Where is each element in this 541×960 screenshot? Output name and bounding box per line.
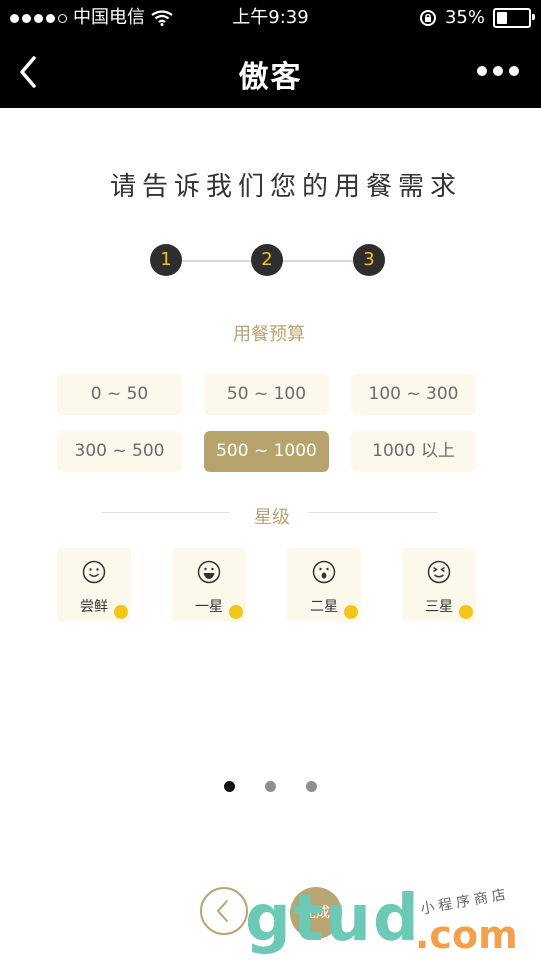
- divider-left: [102, 512, 230, 513]
- star-option-one-star[interactable]: 一星: [172, 548, 246, 622]
- budget-option-1000-plus[interactable]: 1000 以上: [351, 431, 476, 472]
- page-dot: [265, 781, 276, 792]
- status-right: 35%: [419, 6, 535, 30]
- watermark-logo-text: gtud: [245, 882, 421, 956]
- star-option-changxian[interactable]: 尝鲜: [57, 548, 131, 622]
- battery-percent: 35%: [444, 7, 485, 28]
- budget-option-100-300[interactable]: 100 ~ 300: [351, 374, 476, 415]
- prev-step-button[interactable]: [200, 887, 248, 935]
- budget-option-0-50[interactable]: 0 ~ 50: [57, 374, 182, 415]
- star-label: 星级: [254, 507, 290, 528]
- page: 中国电信 上午9:39 35% 傲客 请告诉我们您的用餐需求 1 2 3 用餐预…: [0, 0, 541, 960]
- smile-face-icon: [82, 560, 106, 584]
- grin-face-icon: [197, 560, 221, 584]
- check-icon: [344, 605, 358, 619]
- page-dot: [306, 781, 317, 792]
- status-bar: 中国电信 上午9:39 35%: [0, 0, 541, 36]
- step-indicator: 1 2 3: [150, 244, 385, 278]
- page-dot-active: [224, 781, 235, 792]
- squint-face-icon: [427, 560, 451, 584]
- watermark-domain: .com: [415, 913, 518, 957]
- nav-title: 傲客: [238, 60, 303, 95]
- chevron-left-icon: [216, 900, 228, 922]
- check-icon: [229, 605, 243, 619]
- rotation-lock-icon: [419, 10, 436, 26]
- budget-option-300-500[interactable]: 300 ~ 500: [57, 431, 182, 472]
- check-icon: [459, 605, 473, 619]
- battery-icon: [493, 8, 535, 28]
- divider-right: [308, 512, 438, 513]
- check-icon: [114, 605, 128, 619]
- star-option-two-star[interactable]: 二星: [287, 548, 361, 622]
- surprised-face-icon: [312, 560, 336, 584]
- page-indicator: [224, 781, 317, 792]
- step-1: 1: [150, 244, 182, 276]
- step-2: 2: [251, 244, 283, 276]
- budget-option-50-100[interactable]: 50 ~ 100: [204, 374, 329, 415]
- budget-label: 用餐预算: [233, 324, 305, 345]
- step-3: 3: [353, 244, 385, 276]
- watermark: gtud 小程序商店 .com: [245, 882, 535, 957]
- more-icon[interactable]: [477, 66, 519, 76]
- nav-bar: 傲客: [0, 36, 541, 108]
- page-heading: 请告诉我们您的用餐需求: [110, 172, 463, 202]
- budget-option-500-1000[interactable]: 500 ~ 1000: [204, 431, 329, 472]
- star-option-three-star[interactable]: 三星: [402, 548, 476, 622]
